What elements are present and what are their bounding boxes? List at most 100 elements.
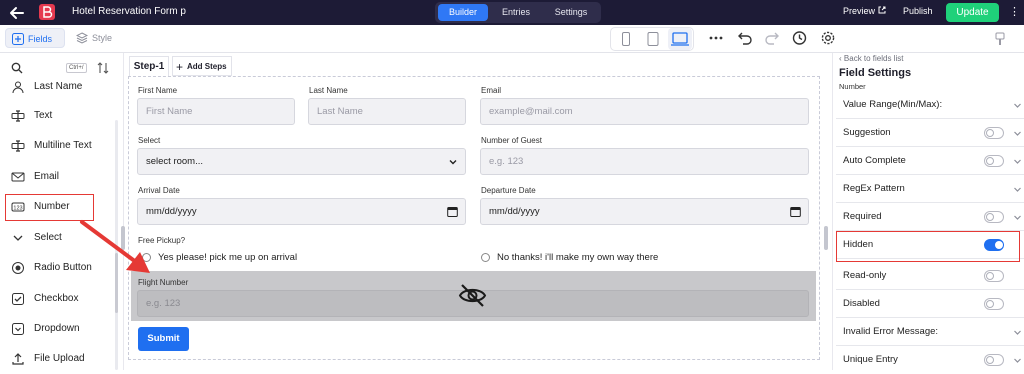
field-search: Ctrl+/ bbox=[6, 59, 110, 77]
paint-brush-icon[interactable] bbox=[994, 32, 1006, 46]
person-icon bbox=[12, 81, 24, 94]
setting-regex-pattern[interactable]: RegEx Pattern bbox=[836, 175, 1024, 203]
tab-entries[interactable]: Entries bbox=[492, 4, 540, 21]
suggestion-toggle[interactable] bbox=[984, 127, 1004, 139]
pickup-yes-radio[interactable]: Yes please! pick me up on arrival bbox=[142, 252, 297, 263]
field-item-file-upload[interactable]: File Upload bbox=[8, 348, 118, 370]
field-item-select[interactable]: Select bbox=[8, 227, 118, 249]
gear-icon[interactable] bbox=[820, 30, 836, 46]
search-icon bbox=[11, 62, 23, 74]
required-toggle[interactable] bbox=[984, 211, 1004, 223]
room-select[interactable]: select room... bbox=[137, 148, 466, 175]
chevron-down-icon bbox=[1014, 358, 1021, 363]
setting-unique-entry[interactable]: Unique Entry bbox=[836, 346, 1024, 370]
arrival-date-input[interactable]: mm/dd/yyyy bbox=[137, 198, 466, 225]
field-item-label: Email bbox=[34, 171, 60, 182]
publish-button[interactable]: Publish bbox=[903, 6, 933, 16]
arrival-date-value: mm/dd/yyyy bbox=[146, 206, 197, 217]
chevron-down-icon bbox=[1014, 159, 1021, 164]
setting-label: Suggestion bbox=[843, 127, 891, 138]
setting-value-range[interactable]: Value Range(Min/Max): bbox=[836, 91, 1024, 119]
toggle-knob bbox=[986, 272, 994, 280]
setting-label: Value Range(Min/Max): bbox=[843, 99, 943, 110]
calendar-icon[interactable] bbox=[790, 206, 801, 217]
desktop-view-icon[interactable] bbox=[668, 28, 692, 50]
toggle-knob bbox=[986, 157, 994, 165]
back-arrow-icon[interactable] bbox=[8, 4, 26, 22]
field-item-last-name[interactable]: Last Name bbox=[8, 76, 118, 98]
settings-title: Field Settings bbox=[839, 67, 912, 79]
upload-icon bbox=[12, 353, 24, 365]
pickup-no-radio[interactable]: No thanks! i'll make my own way there bbox=[481, 252, 658, 263]
tab-builder[interactable]: Builder bbox=[438, 4, 488, 21]
more-horizontal-icon[interactable] bbox=[708, 30, 724, 46]
history-icon[interactable] bbox=[791, 30, 807, 46]
tab-settings[interactable]: Settings bbox=[545, 4, 597, 21]
panel-resize-handle[interactable] bbox=[823, 226, 829, 250]
add-steps-label: Add Steps bbox=[187, 62, 227, 71]
hidden-highlight-box bbox=[836, 231, 1020, 262]
field-item-multiline-text[interactable]: Multiline Text bbox=[8, 135, 118, 157]
more-vertical-icon[interactable]: ⋮ bbox=[1009, 5, 1020, 18]
setting-label: RegEx Pattern bbox=[843, 183, 905, 194]
update-button[interactable]: Update bbox=[946, 3, 999, 22]
external-link-icon bbox=[878, 6, 886, 14]
departure-date-value: mm/dd/yyyy bbox=[489, 206, 540, 217]
select-label: Select bbox=[138, 136, 161, 145]
unique-entry-toggle[interactable] bbox=[984, 354, 1004, 366]
field-item-label: Multiline Text bbox=[34, 140, 92, 151]
calendar-icon[interactable] bbox=[447, 206, 458, 217]
setting-disabled[interactable]: Disabled bbox=[836, 290, 1024, 318]
undo-icon[interactable] bbox=[737, 30, 753, 46]
guests-input[interactable]: e.g. 123 bbox=[480, 148, 809, 175]
chevron-left-icon: ‹ bbox=[839, 54, 842, 63]
setting-suggestion[interactable]: Suggestion bbox=[836, 119, 1024, 147]
toggle-knob bbox=[986, 129, 994, 137]
field-item-email[interactable]: Email bbox=[8, 166, 118, 188]
field-item-text[interactable]: Text bbox=[8, 105, 118, 127]
auto-complete-toggle[interactable] bbox=[984, 155, 1004, 167]
disabled-toggle[interactable] bbox=[984, 298, 1004, 310]
departure-date-input[interactable]: mm/dd/yyyy bbox=[480, 198, 809, 225]
toggle-knob bbox=[986, 213, 994, 221]
setting-required[interactable]: Required bbox=[836, 203, 1024, 231]
preview-label: Preview bbox=[843, 6, 876, 16]
form-title[interactable]: Hotel Reservation Form p bbox=[72, 6, 186, 17]
add-steps-button[interactable]: + Add Steps bbox=[172, 56, 232, 76]
first-name-input[interactable]: First Name bbox=[137, 98, 295, 125]
add-field-icon bbox=[12, 33, 24, 45]
tab-fields-label: Fields bbox=[28, 34, 53, 44]
redo-icon[interactable] bbox=[764, 30, 780, 46]
tab-fields[interactable]: Fields bbox=[5, 28, 65, 48]
tab-style[interactable]: Style bbox=[70, 28, 122, 48]
sort-icon[interactable] bbox=[96, 61, 110, 75]
submit-button[interactable]: Submit bbox=[138, 327, 189, 351]
mobile-view-icon[interactable] bbox=[614, 28, 638, 50]
radio-circle-icon bbox=[142, 253, 151, 262]
top-bar: Hotel Reservation Form p Builder Entries… bbox=[0, 0, 1024, 25]
plus-icon: + bbox=[176, 60, 184, 74]
read-only-toggle[interactable] bbox=[984, 270, 1004, 282]
canvas-resize-handle[interactable] bbox=[120, 226, 126, 250]
setting-invalid-error-message[interactable]: Invalid Error Message: bbox=[836, 318, 1024, 346]
last-name-input[interactable]: Last Name bbox=[308, 98, 466, 125]
back-to-fields-link[interactable]: ‹ Back to fields list bbox=[839, 54, 903, 63]
email-label: Email bbox=[481, 86, 502, 95]
preview-link[interactable]: Preview bbox=[843, 6, 886, 16]
field-item-radio-button[interactable]: Radio Button bbox=[8, 257, 118, 279]
field-item-dropdown[interactable]: Dropdown bbox=[8, 318, 118, 340]
setting-auto-complete[interactable]: Auto Complete bbox=[836, 147, 1024, 175]
back-to-fields-label: Back to fields list bbox=[843, 54, 904, 63]
field-item-label: Dropdown bbox=[34, 323, 80, 334]
checkbox-icon bbox=[12, 293, 24, 305]
field-item-checkbox[interactable]: Checkbox bbox=[8, 288, 118, 310]
email-input[interactable]: example@mail.com bbox=[480, 98, 809, 125]
setting-label: Invalid Error Message: bbox=[843, 326, 939, 337]
toolbar: Fields Style bbox=[0, 25, 1024, 74]
chevron-down-icon bbox=[1014, 330, 1021, 335]
setting-label: Unique Entry bbox=[843, 354, 898, 365]
setting-read-only[interactable]: Read-only bbox=[836, 262, 1024, 290]
step-tab[interactable]: Step-1 bbox=[129, 56, 169, 76]
tablet-view-icon[interactable] bbox=[641, 28, 665, 50]
chevron-down-icon bbox=[1014, 187, 1021, 192]
